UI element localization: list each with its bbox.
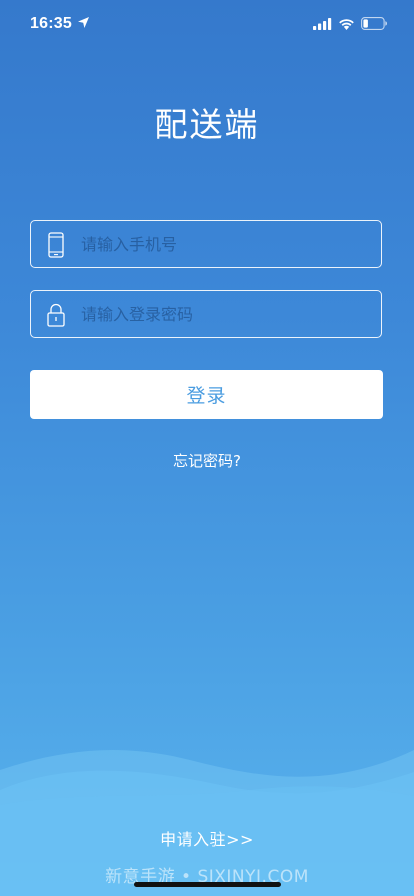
login-button[interactable]: 登录 xyxy=(30,370,383,419)
login-screen: 16:35 配送端 请输入手机号 登录 忘记密码? 申请入驻>> 新意手游 • … xyxy=(0,0,414,896)
password-input[interactable] xyxy=(81,291,371,337)
location-arrow-icon xyxy=(77,14,90,33)
status-time-group: 16:35 xyxy=(30,14,90,33)
phone-icon xyxy=(45,232,67,258)
password-field[interactable] xyxy=(30,290,382,338)
home-indicator[interactable] xyxy=(134,882,281,887)
lock-icon xyxy=(45,302,67,328)
cellular-signal-icon xyxy=(313,15,332,34)
battery-icon xyxy=(361,15,388,34)
status-icons xyxy=(313,15,388,34)
wifi-icon xyxy=(338,15,355,34)
phone-field[interactable] xyxy=(30,220,382,268)
status-bar: 16:35 xyxy=(0,0,414,46)
page-title: 配送端 xyxy=(154,105,260,144)
forgot-password-link[interactable]: 忘记密码? xyxy=(0,450,414,471)
phone-input[interactable] xyxy=(81,221,371,267)
apply-join-link[interactable]: 申请入驻>> xyxy=(0,826,414,850)
status-time: 16:35 xyxy=(30,14,72,32)
